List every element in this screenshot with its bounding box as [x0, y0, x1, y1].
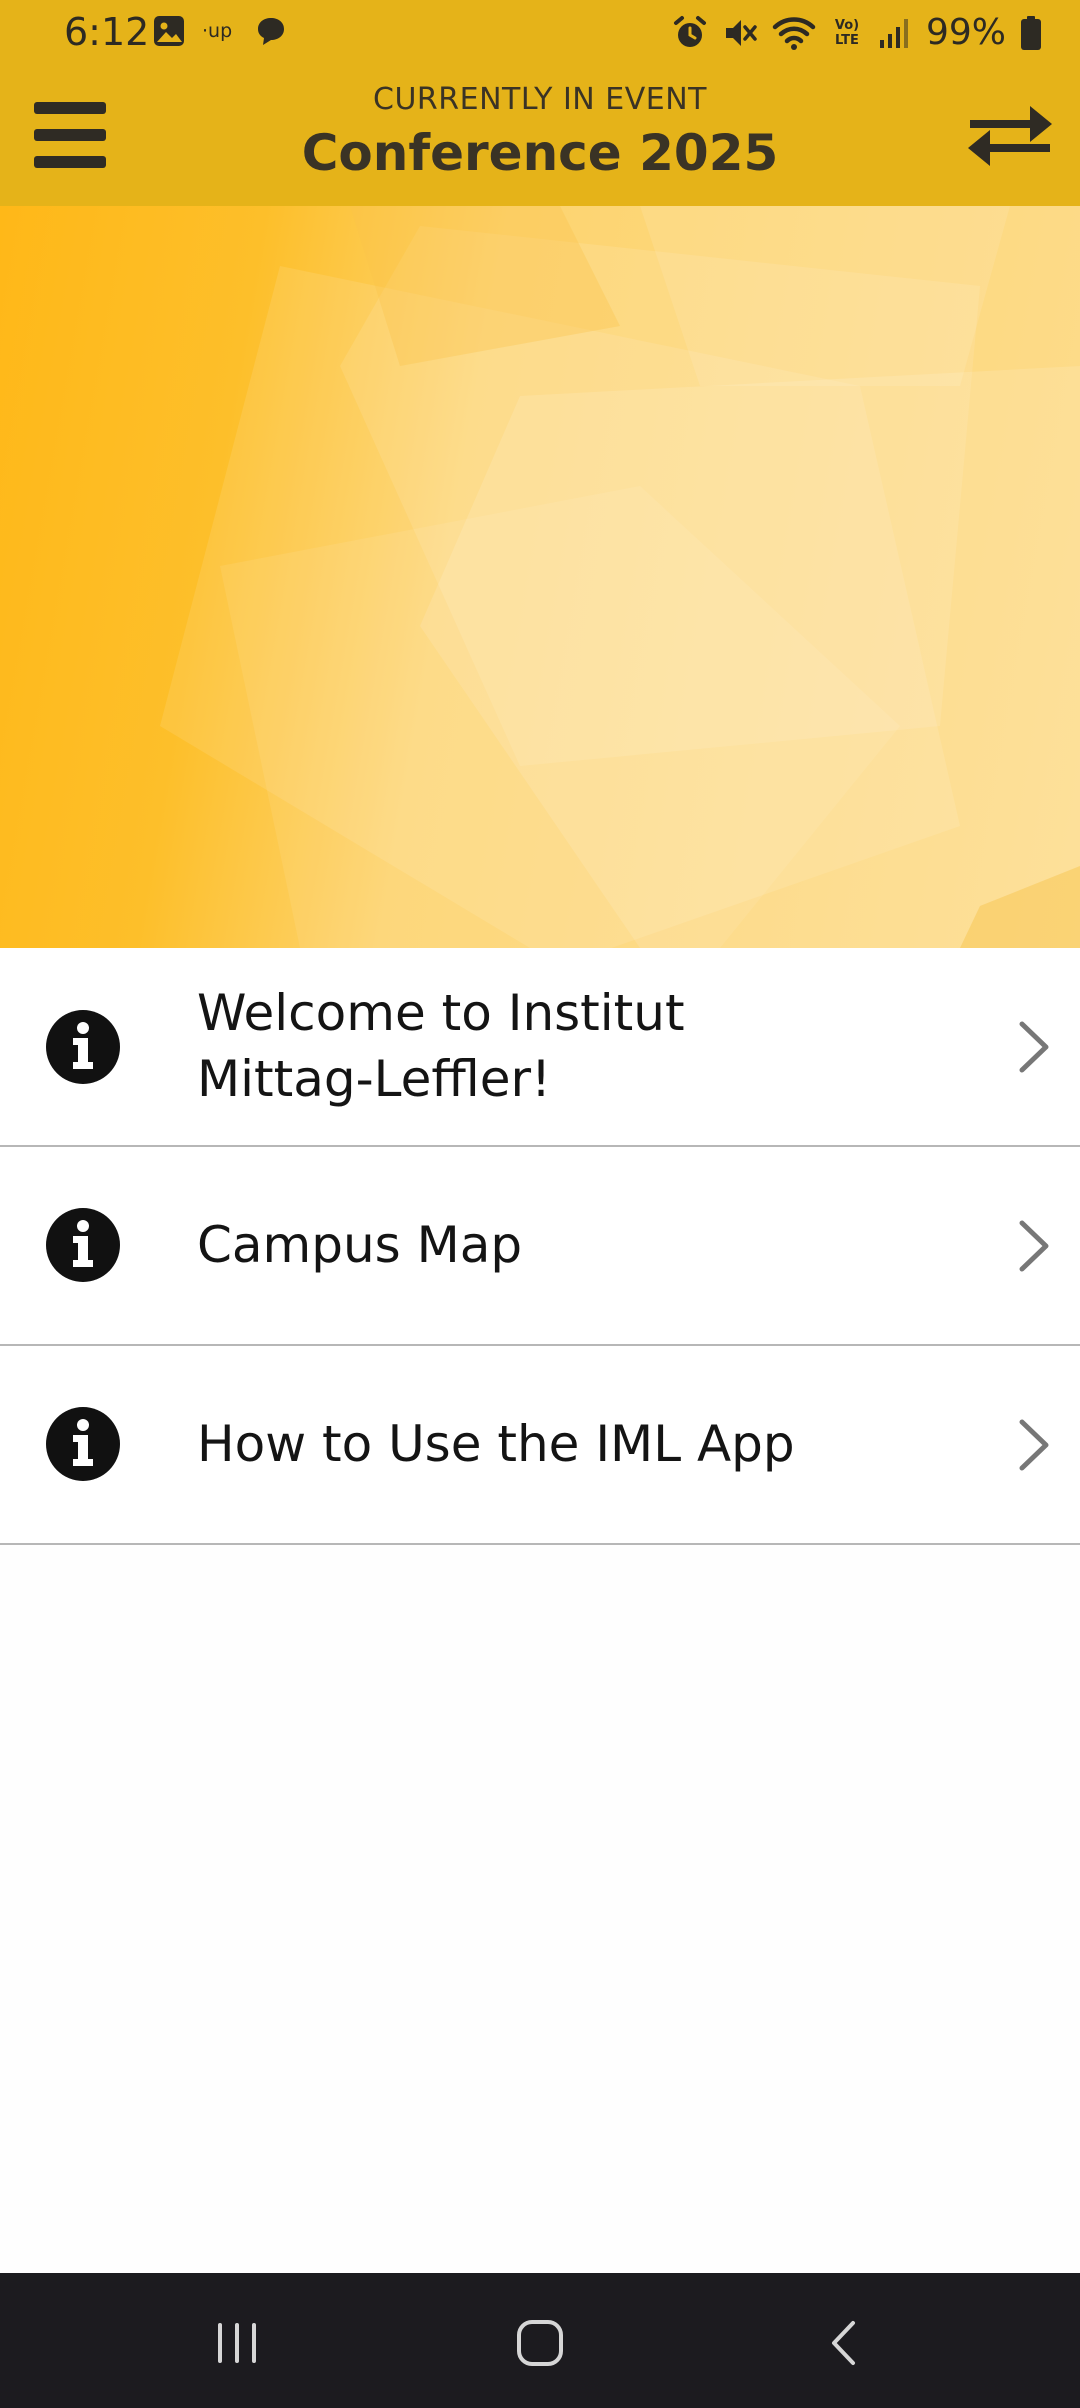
- info-icon: [46, 1208, 120, 1282]
- menu-item-label: Welcome to Institut Mittag-Leffler!: [197, 984, 685, 1108]
- chevron-right-icon: [1019, 1419, 1049, 1471]
- battery-icon: [1021, 15, 1041, 50]
- signal-icon: [879, 18, 908, 48]
- status-bar: 6:12 ·up Vo) LTE 99%: [0, 0, 1080, 70]
- notification-icons: ·up: [152, 14, 288, 48]
- status-right-icons: Vo) LTE 99%: [672, 12, 1042, 53]
- svg-text:·up: ·up: [202, 20, 232, 42]
- menu-item-welcome[interactable]: Welcome to Institut Mittag-Leffler!: [0, 948, 1080, 1147]
- chevron-right-icon: [1019, 1220, 1049, 1272]
- info-menu-list: Welcome to Institut Mittag-Leffler! Camp…: [0, 948, 1080, 1545]
- swap-arrows-icon: [968, 106, 1052, 166]
- recent-apps-button[interactable]: [192, 2303, 282, 2383]
- chat-icon: [258, 18, 284, 45]
- system-navigation-bar: [0, 2273, 1080, 2408]
- gallery-icon: [154, 16, 184, 46]
- up-app-icon: ·up: [202, 20, 232, 42]
- menu-item-campus-map[interactable]: Campus Map: [0, 1147, 1080, 1346]
- menu-item-label: How to Use the IML App: [197, 1415, 795, 1473]
- info-icon: [46, 1010, 120, 1084]
- event-banner: [0, 206, 1080, 948]
- switch-event-button[interactable]: [966, 100, 1054, 172]
- back-icon: [832, 2321, 855, 2365]
- status-time: 6:12: [64, 10, 150, 54]
- mute-icon: [725, 19, 757, 46]
- app-header: CURRENTLY IN EVENT Conference 2025: [0, 70, 1080, 206]
- page-title: Conference 2025: [301, 124, 779, 182]
- info-icon: [46, 1407, 120, 1481]
- banner-pattern: [160, 206, 1080, 948]
- lte-label: Vo) LTE: [834, 17, 860, 48]
- recent-apps-icon: [218, 2323, 256, 2363]
- home-icon: [517, 2320, 563, 2366]
- menu-item-label: Campus Map: [197, 1216, 523, 1274]
- menu-item-how-to-use[interactable]: How to Use the IML App: [0, 1346, 1080, 1545]
- header-subtitle: CURRENTLY IN EVENT: [373, 82, 707, 117]
- back-button[interactable]: [798, 2303, 888, 2383]
- alarm-icon: [673, 15, 706, 47]
- home-button[interactable]: [495, 2303, 585, 2383]
- battery-percent: 99%: [925, 12, 1006, 53]
- wifi-icon: [772, 16, 816, 50]
- chevron-right-icon: [1019, 1021, 1049, 1073]
